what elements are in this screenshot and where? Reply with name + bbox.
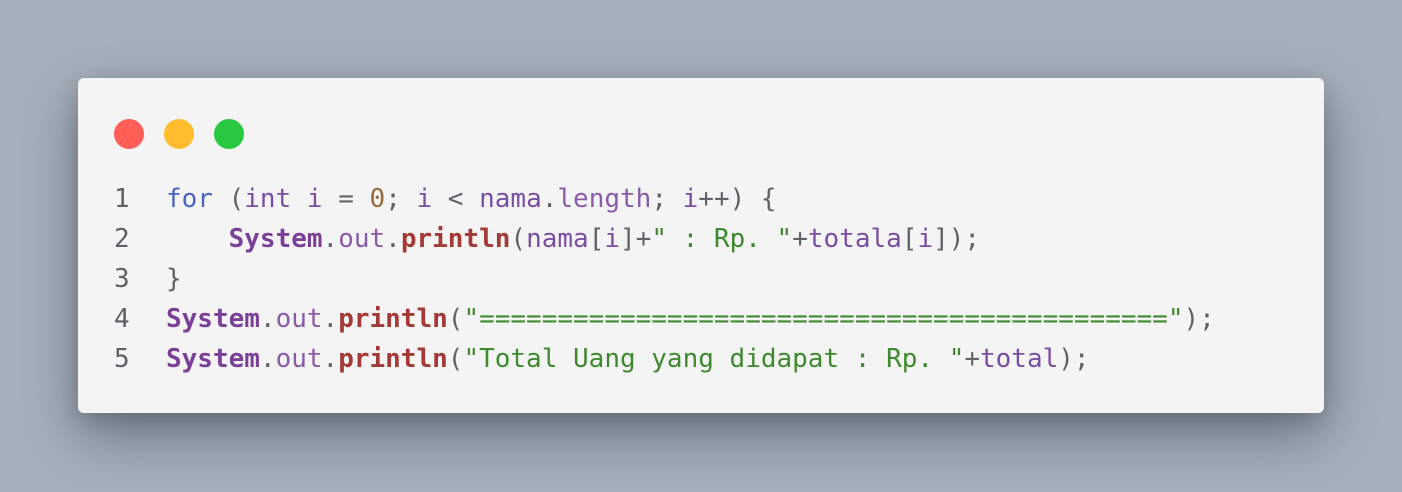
code-token: ; xyxy=(385,184,417,214)
code-token: totala xyxy=(807,224,902,254)
code-token: ); xyxy=(1058,344,1090,374)
code-token: ( xyxy=(447,344,464,374)
code-token: [ xyxy=(588,224,605,254)
code-token: int xyxy=(244,184,292,214)
code-line-content: System.out.println("Total Uang yang dida… xyxy=(166,339,1090,379)
code-line: 2 System.out.println(nama[i]+" : Rp. "+t… xyxy=(114,219,1215,259)
code-token: . xyxy=(322,304,339,334)
code-token: System xyxy=(228,224,323,254)
code-token: i xyxy=(306,184,323,214)
code-token: i xyxy=(604,224,620,254)
code-token: ( xyxy=(447,304,464,334)
code-token: ]); xyxy=(933,224,981,254)
minimize-window-icon[interactable] xyxy=(164,119,194,149)
code-token: println xyxy=(338,304,448,334)
line-number: 5 xyxy=(114,344,130,374)
code-line: 4 System.out.println("===================… xyxy=(114,299,1215,339)
code-token: [ xyxy=(901,224,918,254)
code-line-content: for (int i = 0; i < nama.length; i++) { xyxy=(166,179,777,219)
code-token: + xyxy=(964,344,980,374)
code-line-content: } xyxy=(166,259,182,299)
code-token: ; xyxy=(651,184,683,214)
code-token: out xyxy=(338,224,386,254)
window-controls xyxy=(114,119,244,149)
code-line-content: System.out.println("====================… xyxy=(166,299,1215,339)
code-token: out xyxy=(275,304,323,334)
code-token: "Total Uang yang didapat : Rp. " xyxy=(463,344,965,374)
close-window-icon[interactable] xyxy=(114,119,144,149)
code-token: ); xyxy=(1183,304,1215,334)
code-line-content: System.out.println(nama[i]+" : Rp. "+tot… xyxy=(166,219,980,259)
line-number: 4 xyxy=(114,304,130,334)
code-line: 3} xyxy=(114,259,1215,299)
code-token: total xyxy=(980,344,1059,374)
code-token: } xyxy=(166,264,182,294)
code-window: 1 for (int i = 0; i < nama.length; i++) {… xyxy=(78,78,1324,413)
code-token: . xyxy=(259,304,276,334)
line-number: 3 xyxy=(114,264,130,294)
code-line: 5 System.out.println("Total Uang yang did… xyxy=(114,339,1215,379)
code-token: . xyxy=(541,184,558,214)
code-token: ++) { xyxy=(698,184,777,214)
code-token: . xyxy=(259,344,276,374)
code-token: nama xyxy=(526,224,589,254)
code-block: 1 for (int i = 0; i < nama.length; i++) {… xyxy=(114,179,1215,379)
code-token: < xyxy=(432,184,480,214)
code-token: i xyxy=(917,224,934,254)
code-token: println xyxy=(400,224,511,254)
line-number: 2 xyxy=(114,224,130,254)
code-token: for xyxy=(166,184,213,214)
code-token: 0 xyxy=(369,184,386,214)
code-line: 1 for (int i = 0; i < nama.length; i++) { xyxy=(114,179,1215,219)
code-token: i xyxy=(416,184,433,214)
code-token: length xyxy=(557,184,652,214)
code-token: . xyxy=(322,224,339,254)
code-token: println xyxy=(338,344,448,374)
code-token: . xyxy=(322,344,339,374)
code-token: i xyxy=(682,184,699,214)
code-token: = xyxy=(322,184,370,214)
code-token: out xyxy=(275,344,323,374)
code-token: nama xyxy=(479,184,542,214)
code-token: System xyxy=(166,304,260,334)
code-token: "=======================================… xyxy=(463,304,1184,334)
code-token: + xyxy=(792,224,808,254)
code-token: ( xyxy=(212,184,245,214)
line-number: 1 xyxy=(114,184,130,214)
code-token: System xyxy=(166,344,260,374)
code-token: ]+ xyxy=(620,224,652,254)
code-token: " : Rp. " xyxy=(651,224,793,254)
code-token: . xyxy=(385,224,401,254)
code-token: ( xyxy=(510,224,527,254)
zoom-window-icon[interactable] xyxy=(214,119,244,149)
